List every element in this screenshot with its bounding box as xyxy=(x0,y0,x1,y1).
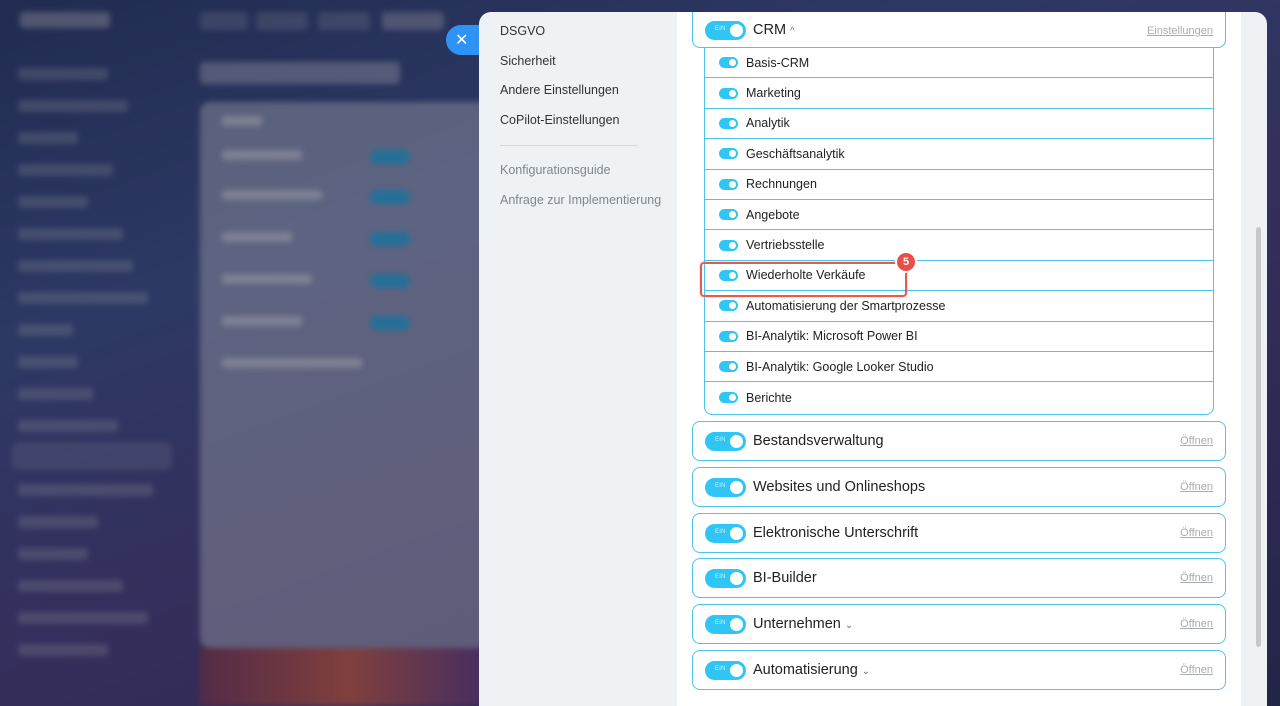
subitem-label: Geschäftsanalytik xyxy=(746,146,845,161)
subitem-label: Rechnungen xyxy=(746,177,817,192)
subitem-toggle[interactable] xyxy=(719,117,738,129)
subitem-label: Vertriebsstelle xyxy=(746,238,825,253)
group-card: EIN Elektronische Unterschrift Öffnen xyxy=(692,513,1226,553)
nav-item-implementation-request[interactable]: Anfrage zur Implementierung xyxy=(500,193,661,207)
open-link[interactable]: Öffnen xyxy=(1180,572,1213,584)
crm-subitem-row: Basis-CRM xyxy=(705,48,1213,79)
chevron-up-icon[interactable]: ^ xyxy=(790,26,795,37)
group-toggle[interactable]: EIN xyxy=(705,615,746,634)
group-toggle[interactable]: EIN xyxy=(705,478,746,497)
crm-subitem-row: Rechnungen xyxy=(705,170,1213,200)
subitem-label: BI-Analytik: Google Looker Studio xyxy=(746,359,934,374)
group-title: Automatisierung xyxy=(753,662,858,678)
group-title: Websites und Onlineshops xyxy=(753,479,926,495)
crm-subitem-row: BI-Analytik: Google Looker Studio xyxy=(705,352,1213,383)
nav-item-copilot-settings[interactable]: CoPilot-Einstellungen xyxy=(500,113,620,127)
tools-list: EIN CRM ^ Einstellungen Basis-CRM Marketin… xyxy=(677,12,1241,706)
group-title: Bestandsverwaltung xyxy=(753,433,884,449)
crm-toggle[interactable]: EIN xyxy=(705,21,746,40)
open-link[interactable]: Öffnen xyxy=(1180,527,1213,539)
subitem-toggle[interactable] xyxy=(719,330,738,342)
group-crm-title: CRM xyxy=(753,22,787,38)
subitem-toggle[interactable] xyxy=(719,361,738,373)
open-link[interactable]: Öffnen xyxy=(1180,435,1213,447)
group-toggle[interactable]: EIN xyxy=(705,569,746,588)
crm-settings-link[interactable]: Einstellungen xyxy=(1147,25,1213,37)
group-card: EIN Automatisierung ⌄ Öffnen xyxy=(692,650,1226,690)
nav-divider xyxy=(500,145,638,146)
chevron-down-icon[interactable]: ⌄ xyxy=(862,666,870,677)
group-card: EIN Unternehmen ⌄ Öffnen xyxy=(692,604,1226,644)
nav-item-configuration-guide[interactable]: Konfigurationsguide xyxy=(500,163,611,177)
close-icon: ✕ xyxy=(455,32,469,49)
subitem-toggle[interactable] xyxy=(719,392,738,404)
subitem-toggle[interactable] xyxy=(719,148,738,160)
group-toggle[interactable]: EIN xyxy=(705,661,746,680)
subitem-label: Berichte xyxy=(746,390,792,405)
group-card: EIN Bestandsverwaltung Öffnen xyxy=(692,421,1226,461)
open-link[interactable]: Öffnen xyxy=(1180,618,1213,630)
group-card: EIN BI-Builder Öffnen xyxy=(692,558,1226,598)
subitem-toggle[interactable] xyxy=(719,209,738,221)
subitem-label: Angebote xyxy=(746,207,800,222)
scrollbar[interactable] xyxy=(1256,227,1261,647)
subitem-toggle[interactable] xyxy=(719,178,738,190)
subitem-toggle[interactable] xyxy=(719,57,738,69)
group-toggle[interactable]: EIN xyxy=(705,524,746,543)
nav-item-other-settings[interactable]: Andere Einstellungen xyxy=(500,83,619,97)
subitem-label: Analytik xyxy=(746,116,790,131)
subitem-label: Marketing xyxy=(746,86,801,101)
crm-subitem-row: Marketing xyxy=(705,78,1213,109)
crm-subitem-row: Geschäftsanalytik xyxy=(705,139,1213,170)
subitem-label: BI-Analytik: Microsoft Power BI xyxy=(746,329,918,344)
crm-subitem-row: Angebote xyxy=(705,200,1213,231)
chevron-down-icon[interactable]: ⌄ xyxy=(845,620,853,631)
nav-item-security[interactable]: Sicherheit xyxy=(500,54,556,68)
group-crm: EIN CRM ^ Einstellungen xyxy=(692,12,1226,48)
group-title: Elektronische Unterschrift xyxy=(753,525,919,541)
group-title: BI-Builder xyxy=(753,570,817,586)
open-link[interactable]: Öffnen xyxy=(1180,481,1213,493)
group-title: Unternehmen xyxy=(753,616,841,632)
step-badge: 5 xyxy=(895,251,917,273)
crm-subitems: Basis-CRM Marketing Analytik Geschäftsanaly… xyxy=(704,48,1214,415)
settings-nav: DSGVO Sicherheit Andere Einstellungen Co… xyxy=(479,12,675,706)
crm-subitem-row: Vertriebsstelle xyxy=(705,230,1213,261)
subitem-toggle[interactable] xyxy=(719,87,738,99)
open-link[interactable]: Öffnen xyxy=(1180,664,1213,676)
group-toggle[interactable]: EIN xyxy=(705,432,746,451)
subitem-label: Automatisierung der Smartprozesse xyxy=(746,298,946,313)
crm-subitem-row: BI-Analytik: Microsoft Power BI xyxy=(705,322,1213,352)
nav-item-dsgvo[interactable]: DSGVO xyxy=(500,24,545,38)
subitem-toggle[interactable] xyxy=(719,300,738,312)
crm-subitem-row: Analytik xyxy=(705,109,1213,140)
subitem-toggle[interactable] xyxy=(719,239,738,251)
highlight-frame xyxy=(700,262,907,297)
group-card: EIN Websites und Onlineshops Öffnen xyxy=(692,467,1226,507)
crm-subitem-row: Berichte xyxy=(705,382,1213,412)
settings-slider: DSGVO Sicherheit Andere Einstellungen Co… xyxy=(479,12,1267,706)
subitem-label: Basis-CRM xyxy=(746,55,810,70)
